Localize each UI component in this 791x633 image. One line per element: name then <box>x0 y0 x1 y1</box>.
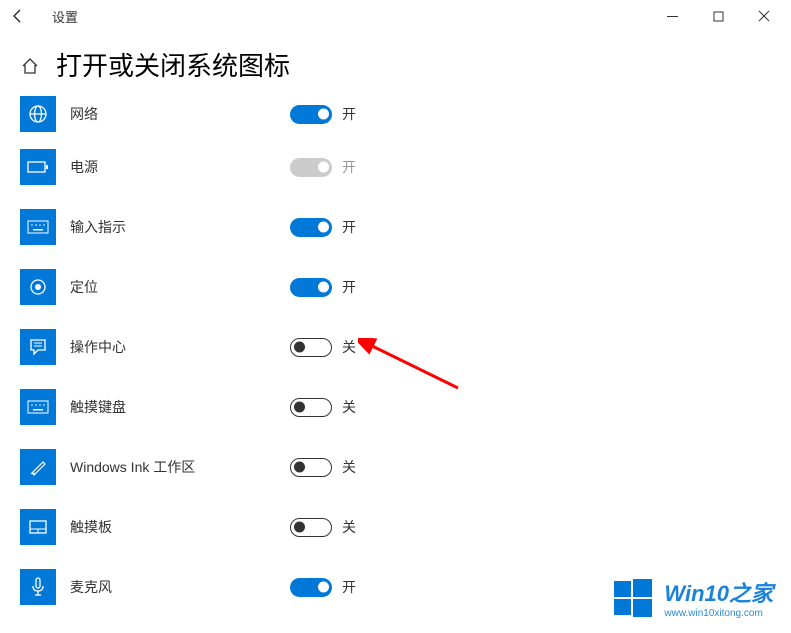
toggle-state-text: 开 <box>342 104 356 124</box>
setting-row-touch-keyboard: 触摸键盘 关 <box>20 377 771 437</box>
setting-row-location: 定位 开 <box>20 257 771 317</box>
toggle-action-center[interactable] <box>290 338 332 357</box>
microphone-tile <box>20 569 56 605</box>
setting-label: 操作中心 <box>70 337 290 357</box>
page-title: 打开或关闭系统图标 <box>56 46 290 83</box>
toggle-windows-ink[interactable] <box>290 458 332 477</box>
close-button[interactable] <box>741 2 787 30</box>
minimize-button[interactable] <box>649 2 695 30</box>
toggle-state-text: 开 <box>342 157 356 177</box>
watermark-brand: Win10之家 <box>664 576 773 608</box>
setting-row-action-center: 操作中心 关 <box>20 317 771 377</box>
maximize-button[interactable] <box>695 2 741 30</box>
watermark: Win10之家 www.win10xitong.com <box>612 576 773 619</box>
touch-keyboard-tile <box>20 389 56 425</box>
toggle-touchpad[interactable] <box>290 518 332 537</box>
app-title: 设置 <box>52 7 78 26</box>
keyboard-icon <box>27 400 49 414</box>
windows-logo-icon <box>612 577 654 619</box>
toggle-state-text: 开 <box>342 217 356 237</box>
setting-row-network: 网络 开 <box>20 91 771 137</box>
keyboard-icon <box>27 220 49 234</box>
window-controls <box>649 2 787 30</box>
setting-label: Windows Ink 工作区 <box>70 457 290 477</box>
windows-ink-tile <box>20 449 56 485</box>
touchpad-tile <box>20 509 56 545</box>
toggle-state-text: 关 <box>342 517 356 537</box>
setting-label: 网络 <box>70 104 290 124</box>
toggle-power <box>290 158 332 177</box>
power-tile <box>20 149 56 185</box>
action-center-tile <box>20 329 56 365</box>
maximize-icon <box>713 11 724 22</box>
toggle-touch-keyboard[interactable] <box>290 398 332 417</box>
titlebar: 设置 <box>0 0 791 32</box>
touchpad-icon <box>28 519 48 535</box>
toggle-state-text: 开 <box>342 577 356 597</box>
ink-icon <box>29 458 47 476</box>
minimize-icon <box>667 11 678 22</box>
settings-list: 网络 开 电源 开 输入指示 开 定位 开 <box>0 91 791 617</box>
network-tile <box>20 96 56 132</box>
microphone-icon <box>31 577 45 597</box>
setting-label: 电源 <box>70 157 290 177</box>
setting-row-windows-ink: Windows Ink 工作区 关 <box>20 437 771 497</box>
toggle-microphone[interactable] <box>290 578 332 597</box>
toggle-network[interactable] <box>290 105 332 124</box>
setting-label: 定位 <box>70 277 290 297</box>
toggle-state-text: 关 <box>342 397 356 417</box>
setting-row-touchpad: 触摸板 关 <box>20 497 771 557</box>
toggle-state-text: 开 <box>342 277 356 297</box>
setting-row-input-indicator: 输入指示 开 <box>20 197 771 257</box>
toggle-location[interactable] <box>290 278 332 297</box>
back-button[interactable] <box>4 2 32 30</box>
home-button[interactable] <box>20 56 40 76</box>
arrow-left-icon <box>11 9 25 23</box>
toggle-state-text: 关 <box>342 337 356 357</box>
close-icon <box>758 10 770 22</box>
setting-label: 麦克风 <box>70 577 290 597</box>
location-icon <box>28 277 48 297</box>
setting-label: 触摸键盘 <box>70 397 290 417</box>
home-icon <box>21 57 39 75</box>
input-indicator-tile <box>20 209 56 245</box>
setting-row-power: 电源 开 <box>20 137 771 197</box>
toggle-input-indicator[interactable] <box>290 218 332 237</box>
setting-label: 输入指示 <box>70 217 290 237</box>
watermark-url: www.win10xitong.com <box>664 608 773 619</box>
setting-label: 触摸板 <box>70 517 290 537</box>
globe-icon <box>28 104 48 124</box>
battery-icon <box>27 160 49 174</box>
location-tile <box>20 269 56 305</box>
action-center-icon <box>29 338 47 356</box>
page-header: 打开或关闭系统图标 <box>0 32 791 91</box>
toggle-state-text: 关 <box>342 457 356 477</box>
